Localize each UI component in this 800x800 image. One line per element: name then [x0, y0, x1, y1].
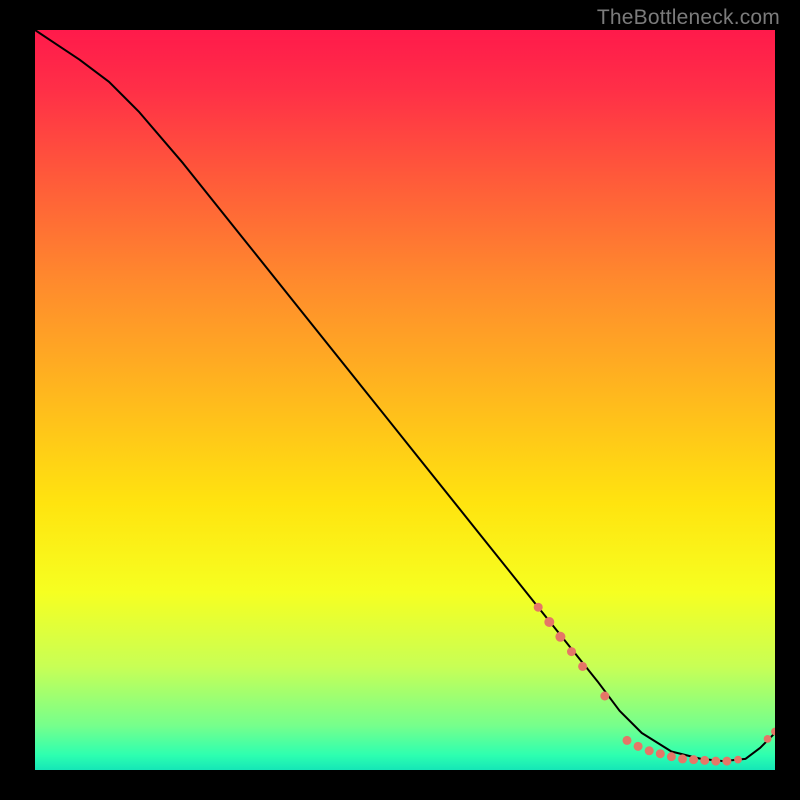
bottleneck-curve: [35, 30, 775, 761]
marker-point: [689, 755, 698, 764]
marker-point: [667, 752, 676, 761]
marker-point: [656, 749, 665, 758]
marker-point: [567, 647, 576, 656]
marker-point: [578, 662, 587, 671]
marker-point: [771, 728, 775, 736]
marker-point: [544, 617, 554, 627]
marker-point: [534, 603, 543, 612]
watermark-text: TheBottleneck.com: [597, 6, 780, 30]
marker-point: [711, 757, 720, 766]
marker-point: [600, 692, 609, 701]
chart-stage: TheBottleneck.com: [0, 0, 800, 800]
marker-point: [734, 756, 742, 764]
marker-point: [764, 735, 772, 743]
marker-point: [645, 746, 654, 755]
marker-point: [634, 742, 643, 751]
marker-point: [722, 757, 731, 766]
plot-area: [35, 30, 775, 770]
marker-point: [678, 754, 687, 763]
marker-point: [623, 736, 632, 745]
marker-point: [555, 632, 565, 642]
curve-layer: [35, 30, 775, 770]
marker-point: [700, 756, 709, 765]
